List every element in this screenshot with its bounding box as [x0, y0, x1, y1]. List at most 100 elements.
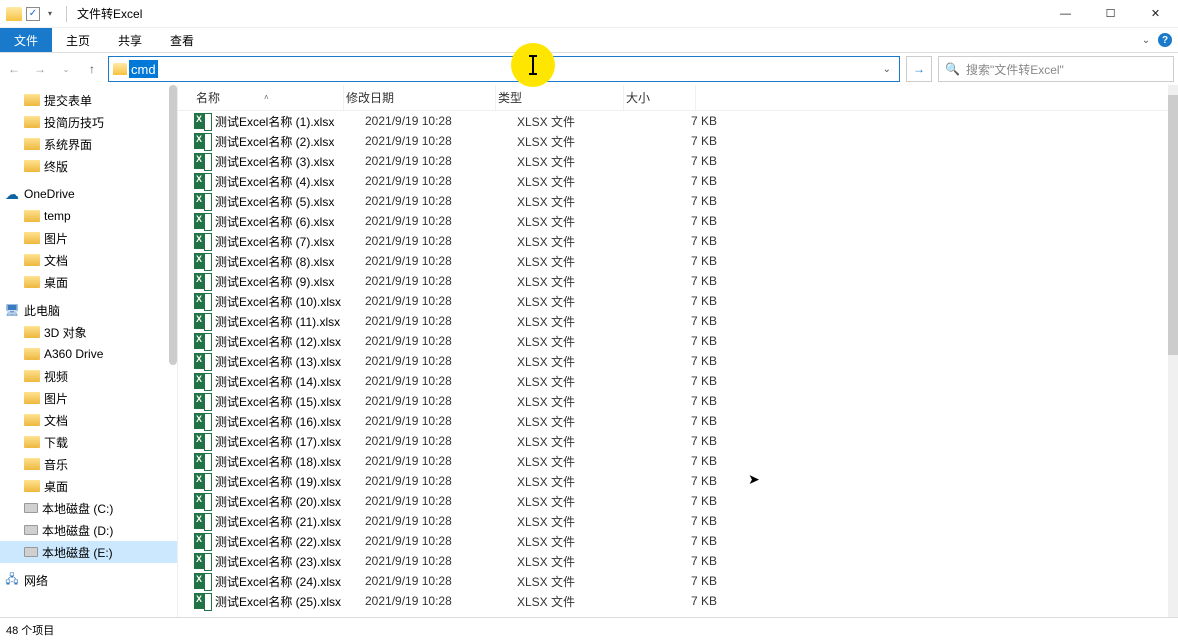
file-type: XLSX 文件 [517, 373, 645, 390]
sidebar-item[interactable]: 桌面 [0, 475, 177, 497]
sidebar-item[interactable]: 图片 [0, 387, 177, 409]
disk-icon [24, 503, 38, 513]
excel-file-icon [194, 113, 210, 129]
file-row[interactable]: 测试Excel名称 (15).xlsx2021/9/19 10:28XLSX 文… [178, 391, 1178, 411]
address-dropdown-icon[interactable]: ⌄ [877, 64, 897, 75]
file-name: 测试Excel名称 (5).xlsx [215, 193, 365, 210]
sidebar-item[interactable]: 下载 [0, 431, 177, 453]
sidebar-item-network[interactable]: 🖧 网络 [0, 569, 177, 591]
qat-dropdown-icon[interactable]: ▾ [44, 9, 56, 18]
sidebar-item[interactable]: 提交表单 [0, 89, 177, 111]
ribbon-right: ⌄ ? [1136, 28, 1178, 52]
sidebar-item[interactable]: 本地磁盘 (D:) [0, 519, 177, 541]
up-button[interactable]: ↑ [82, 59, 102, 79]
sidebar-item[interactable]: 投简历技巧 [0, 111, 177, 133]
ribbon-tab-file[interactable]: 文件 [0, 28, 52, 52]
excel-file-icon [194, 233, 210, 249]
folder-icon [24, 436, 40, 448]
sidebar-item[interactable]: 本地磁盘 (C:) [0, 497, 177, 519]
search-input[interactable]: 🔍 搜索"文件转Excel" [938, 56, 1174, 82]
history-dropdown-icon[interactable]: ⌄ [56, 59, 76, 79]
file-row[interactable]: 测试Excel名称 (4).xlsx2021/9/19 10:28XLSX 文件… [178, 171, 1178, 191]
sidebar-item[interactable]: 图片 [0, 227, 177, 249]
file-row[interactable]: 测试Excel名称 (3).xlsx2021/9/19 10:28XLSX 文件… [178, 151, 1178, 171]
file-scrollbar-thumb[interactable] [1168, 95, 1178, 355]
file-row[interactable]: 测试Excel名称 (14).xlsx2021/9/19 10:28XLSX 文… [178, 371, 1178, 391]
file-size: 7 KB [645, 414, 717, 428]
column-size[interactable]: 大小 [624, 85, 696, 110]
ribbon-tab-home[interactable]: 主页 [52, 28, 104, 52]
file-name: 测试Excel名称 (19).xlsx [215, 473, 365, 490]
back-button[interactable]: ← [4, 59, 24, 79]
sidebar-item[interactable]: A360 Drive [0, 343, 177, 365]
file-size: 7 KB [645, 154, 717, 168]
file-scrollbar-track[interactable] [1168, 85, 1178, 617]
column-name[interactable]: 名称˄ [194, 85, 344, 110]
address-text[interactable]: cmd [129, 60, 158, 78]
file-size: 7 KB [645, 534, 717, 548]
ribbon-collapse-icon[interactable]: ⌄ [1136, 35, 1156, 46]
file-row[interactable]: 测试Excel名称 (7).xlsx2021/9/19 10:28XLSX 文件… [178, 231, 1178, 251]
minimize-button[interactable]: — [1043, 0, 1088, 28]
sidebar-item[interactable]: 桌面 [0, 271, 177, 293]
file-row[interactable]: 测试Excel名称 (12).xlsx2021/9/19 10:28XLSX 文… [178, 331, 1178, 351]
file-size: 7 KB [645, 254, 717, 268]
file-row[interactable]: 测试Excel名称 (22).xlsx2021/9/19 10:28XLSX 文… [178, 531, 1178, 551]
file-row[interactable]: 测试Excel名称 (20).xlsx2021/9/19 10:28XLSX 文… [178, 491, 1178, 511]
sidebar-item-onedrive[interactable]: ☁ OneDrive [0, 183, 177, 205]
file-row[interactable]: 测试Excel名称 (6).xlsx2021/9/19 10:28XLSX 文件… [178, 211, 1178, 231]
file-type: XLSX 文件 [517, 213, 645, 230]
select-mode-icon[interactable]: ✓ [26, 7, 40, 21]
close-button[interactable]: ✕ [1133, 0, 1178, 28]
file-name: 测试Excel名称 (22).xlsx [215, 533, 365, 550]
forward-button[interactable]: → [30, 59, 50, 79]
file-row[interactable]: 测试Excel名称 (5).xlsx2021/9/19 10:28XLSX 文件… [178, 191, 1178, 211]
file-row[interactable]: 测试Excel名称 (19).xlsx2021/9/19 10:28XLSX 文… [178, 471, 1178, 491]
file-name: 测试Excel名称 (24).xlsx [215, 573, 365, 590]
file-size: 7 KB [645, 554, 717, 568]
ribbon-tab-view[interactable]: 查看 [156, 28, 208, 52]
sidebar-item[interactable]: temp [0, 205, 177, 227]
sidebar-item-thispc[interactable]: 🖥 此电脑 [0, 299, 177, 321]
file-row[interactable]: 测试Excel名称 (18).xlsx2021/9/19 10:28XLSX 文… [178, 451, 1178, 471]
sidebar-item[interactable]: 终版 [0, 155, 177, 177]
sidebar-item[interactable]: 音乐 [0, 453, 177, 475]
file-row[interactable]: 测试Excel名称 (13).xlsx2021/9/19 10:28XLSX 文… [178, 351, 1178, 371]
excel-file-icon [194, 273, 210, 289]
ribbon-tab-share[interactable]: 共享 [104, 28, 156, 52]
file-row[interactable]: 测试Excel名称 (2).xlsx2021/9/19 10:28XLSX 文件… [178, 131, 1178, 151]
address-input[interactable]: cmd ⌄ [108, 56, 900, 82]
file-row[interactable]: 测试Excel名称 (17).xlsx2021/9/19 10:28XLSX 文… [178, 431, 1178, 451]
file-row[interactable]: 测试Excel名称 (25).xlsx2021/9/19 10:28XLSX 文… [178, 591, 1178, 611]
file-row[interactable]: 测试Excel名称 (10).xlsx2021/9/19 10:28XLSX 文… [178, 291, 1178, 311]
file-row[interactable]: 测试Excel名称 (9).xlsx2021/9/19 10:28XLSX 文件… [178, 271, 1178, 291]
sidebar-item[interactable]: 本地磁盘 (E:) [0, 541, 177, 563]
file-row[interactable]: 测试Excel名称 (11).xlsx2021/9/19 10:28XLSX 文… [178, 311, 1178, 331]
file-row[interactable]: 测试Excel名称 (23).xlsx2021/9/19 10:28XLSX 文… [178, 551, 1178, 571]
excel-file-icon [194, 473, 210, 489]
file-row[interactable]: 测试Excel名称 (8).xlsx2021/9/19 10:28XLSX 文件… [178, 251, 1178, 271]
column-headers: 名称˄ 修改日期 类型 大小 [178, 85, 1178, 111]
file-row[interactable]: 测试Excel名称 (24).xlsx2021/9/19 10:28XLSX 文… [178, 571, 1178, 591]
excel-file-icon [194, 313, 210, 329]
sidebar-scrollbar[interactable] [169, 85, 177, 365]
file-row[interactable]: 测试Excel名称 (1).xlsx2021/9/19 10:28XLSX 文件… [178, 111, 1178, 131]
sidebar-item[interactable]: 3D 对象 [0, 321, 177, 343]
sidebar-item[interactable]: 文档 [0, 409, 177, 431]
file-date: 2021/9/19 10:28 [365, 514, 517, 528]
file-row[interactable]: 测试Excel名称 (16).xlsx2021/9/19 10:28XLSX 文… [178, 411, 1178, 431]
content: 提交表单投简历技巧系统界面终版 ☁ OneDrive temp图片文档桌面 🖥 … [0, 85, 1178, 617]
maximize-button[interactable]: ☐ [1088, 0, 1133, 28]
sidebar-item[interactable]: 系统界面 [0, 133, 177, 155]
column-date[interactable]: 修改日期 [344, 85, 496, 110]
sidebar-label: 终版 [44, 158, 68, 175]
folder-icon [24, 326, 40, 338]
column-type[interactable]: 类型 [496, 85, 624, 110]
file-name: 测试Excel名称 (15).xlsx [215, 393, 365, 410]
excel-file-icon [194, 493, 210, 509]
sidebar-item[interactable]: 文档 [0, 249, 177, 271]
help-icon[interactable]: ? [1158, 33, 1172, 47]
file-row[interactable]: 测试Excel名称 (21).xlsx2021/9/19 10:28XLSX 文… [178, 511, 1178, 531]
go-button[interactable]: → [906, 56, 932, 82]
sidebar-item[interactable]: 视频 [0, 365, 177, 387]
